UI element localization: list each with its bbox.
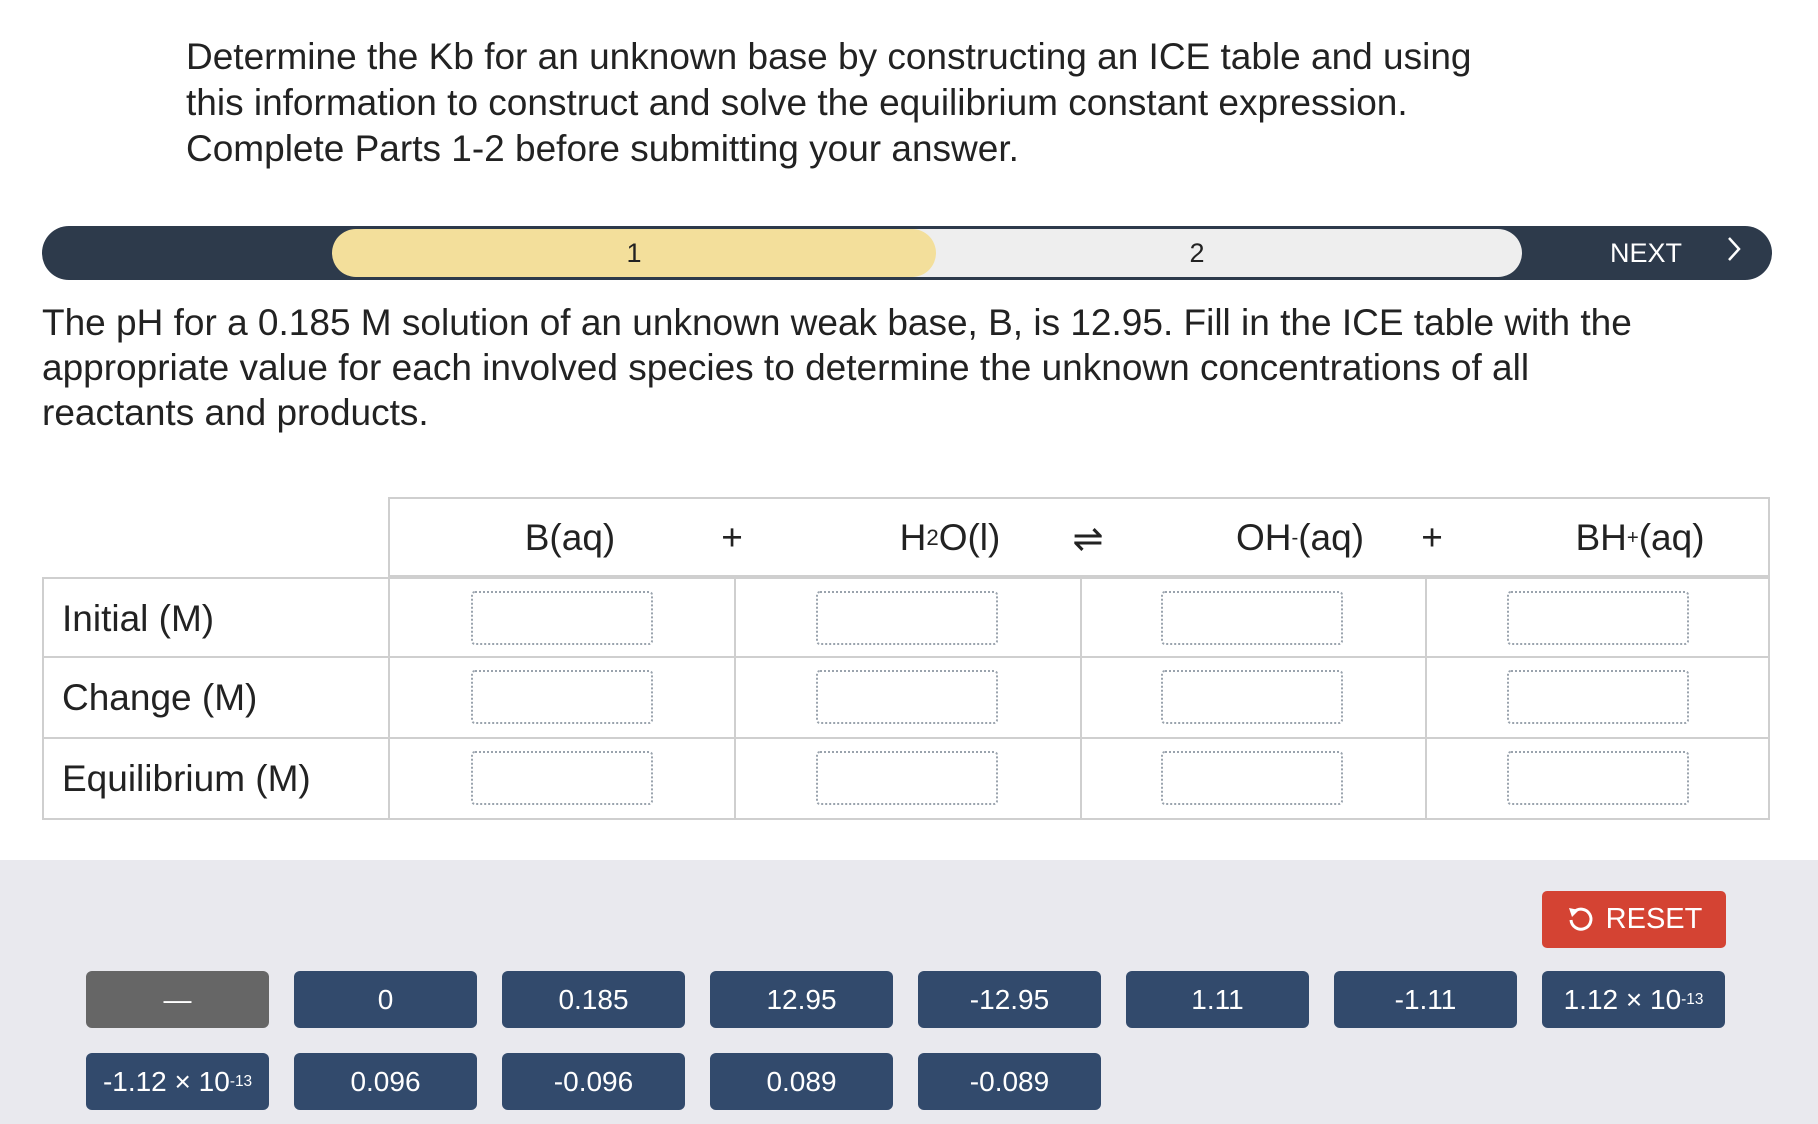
question-text: The pH for a 0.185 M solution of an unkn… [42, 300, 1782, 435]
instructions-line-1: Determine the Kb for an unknown base by … [186, 36, 1472, 77]
drop-slot-equilibrium-b[interactable] [471, 751, 653, 805]
tile-exponent: -13 [229, 1072, 253, 1090]
species-h2o: H 2 O(l) [830, 499, 1070, 577]
answer-tile[interactable]: 1.11 [1126, 971, 1309, 1028]
drop-slot-change-b[interactable] [471, 670, 653, 724]
ice-row-initial: Initial (M) [42, 577, 1770, 658]
row-label-initial: Initial (M) [62, 597, 215, 639]
oh-superscript: - [1291, 526, 1299, 549]
next-button[interactable]: NEXT [1610, 226, 1742, 280]
drop-slot-initial-bh[interactable] [1507, 591, 1689, 645]
equilibrium-arrow-icon: ⇌ [1072, 517, 1104, 559]
bh-superscript: + [1626, 526, 1639, 549]
next-label: NEXT [1609, 237, 1682, 268]
drop-slot-equilibrium-oh[interactable] [1161, 751, 1343, 805]
drop-slot-equilibrium-bh[interactable] [1507, 751, 1689, 805]
answer-tile-sci[interactable]: 1.12 × 10 -13 [1542, 971, 1725, 1028]
drop-slot-equilibrium-h2o[interactable] [816, 751, 998, 805]
answer-tile[interactable]: 0.096 [294, 1053, 477, 1110]
reset-button[interactable]: RESET [1542, 891, 1726, 948]
instructions-line-2: this information to construct and solve … [186, 82, 1408, 123]
instructions-line-3: Complete Parts 1-2 before submitting you… [186, 128, 1019, 169]
answer-tile[interactable]: -12.95 [918, 971, 1101, 1028]
step-2-label: 2 [1189, 237, 1205, 268]
answer-tile[interactable]: -0.096 [502, 1053, 685, 1110]
tile-exponent: -13 [1681, 990, 1704, 1008]
tile-base: -1.12 × 10 [102, 1065, 230, 1097]
drop-slot-change-bh[interactable] [1507, 670, 1689, 724]
instructions: Determine the Kb for an unknown base by … [186, 34, 1626, 172]
bh-rest: (aq) [1638, 517, 1705, 558]
ice-row-equilibrium: Equilibrium (M) [42, 739, 1770, 820]
h2o-rest: O(l) [938, 517, 1001, 558]
answer-tile-dash[interactable]: — [86, 971, 269, 1028]
answer-tile[interactable]: 0.089 [710, 1053, 893, 1110]
plus-sign: + [1421, 517, 1443, 558]
step-navigation: 2 1 NEXT [42, 226, 1772, 280]
drop-slot-initial-b[interactable] [471, 591, 653, 645]
drop-slot-initial-h2o[interactable] [816, 591, 998, 645]
step-1-tab[interactable]: 1 [332, 229, 936, 277]
answer-tile[interactable]: 0.185 [502, 971, 685, 1028]
question-line-1: The pH for a 0.185 M solution of an unkn… [42, 302, 1632, 343]
answer-tile[interactable]: -0.089 [918, 1053, 1101, 1110]
question-line-3: reactants and products. [42, 392, 429, 433]
answer-tile-sci[interactable]: -1.12 × 10 -13 [86, 1053, 269, 1110]
drop-slot-change-h2o[interactable] [816, 670, 998, 724]
species-b: B(aq) [524, 517, 616, 558]
chevron-right-icon [1726, 235, 1742, 271]
undo-icon [1568, 907, 1593, 931]
bh-base: BH [1575, 517, 1627, 558]
h2o-subscript: 2 [926, 525, 939, 550]
ice-table-header: B(aq) + H 2 O(l) ⇌ OH - (aq) + BH + (aq) [388, 497, 1770, 577]
species-bh: BH + (aq) [1490, 499, 1790, 577]
h2o-h: H [899, 517, 927, 558]
row-label-equilibrium: Equilibrium (M) [62, 757, 311, 799]
row-label-change: Change (M) [62, 676, 258, 718]
question-line-2: appropriate value for each involved spec… [42, 347, 1530, 388]
oh-base: OH [1235, 517, 1292, 558]
tile-base: 1.12 × 10 [1563, 983, 1682, 1015]
plus-sign: + [721, 517, 743, 558]
drop-slot-initial-oh[interactable] [1161, 591, 1343, 645]
step-1-label: 1 [626, 237, 642, 268]
ice-row-change: Change (M) [42, 658, 1770, 739]
species-oh: OH - (aq) [1150, 499, 1450, 577]
answer-tile[interactable]: 12.95 [710, 971, 893, 1028]
answer-tile[interactable]: -1.11 [1334, 971, 1517, 1028]
drop-slot-change-oh[interactable] [1161, 670, 1343, 724]
oh-rest: (aq) [1298, 517, 1365, 558]
reset-label: RESET [1605, 903, 1703, 935]
answer-tile[interactable]: 0 [294, 971, 477, 1028]
